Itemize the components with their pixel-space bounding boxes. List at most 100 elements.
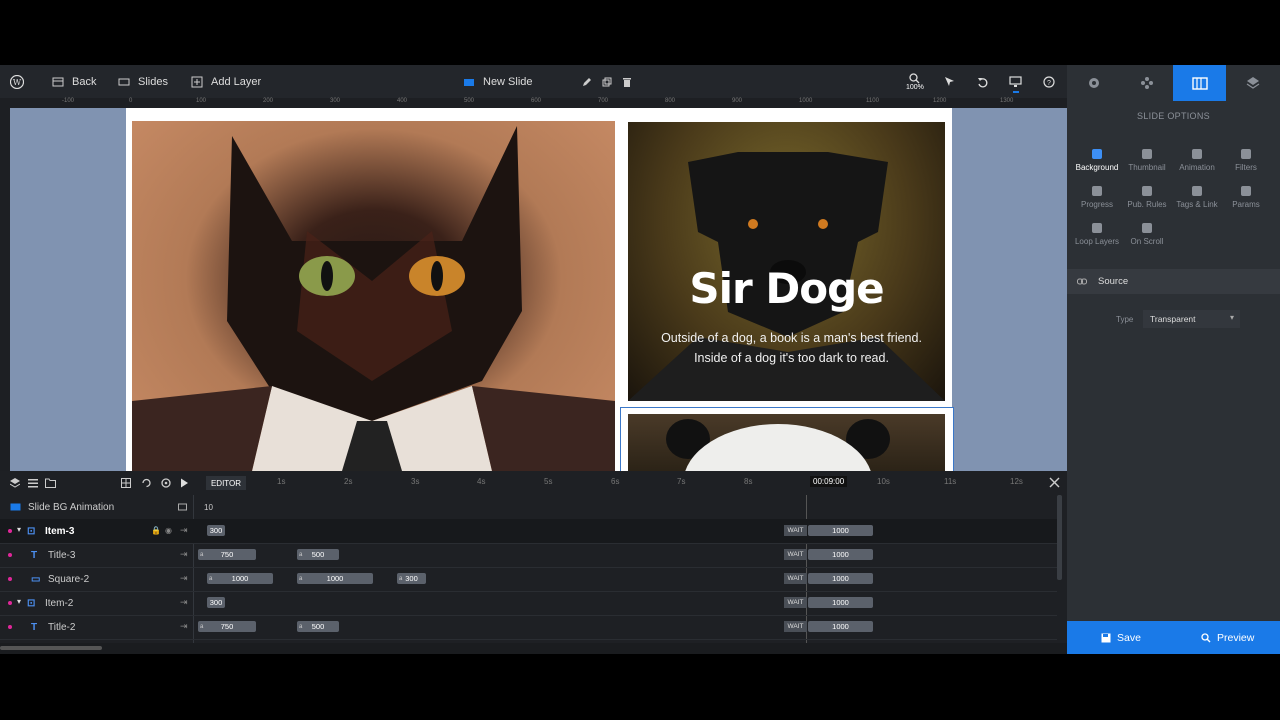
option-tags-link[interactable]: Tags & Link <box>1172 186 1222 209</box>
out-animation-bar[interactable]: 1000 <box>808 525 873 536</box>
option-thumbnail[interactable]: Thumbnail <box>1122 149 1172 172</box>
option-loop-layers[interactable]: Loop Layers <box>1072 223 1122 246</box>
animation-bar[interactable]: a 750 <box>198 549 256 560</box>
wait-marker[interactable]: WAIT <box>784 621 807 632</box>
zoom-control[interactable]: 100% <box>906 65 924 98</box>
option-progress[interactable]: Progress <box>1072 186 1122 209</box>
help-icon[interactable]: ? <box>1043 65 1055 98</box>
grid-icon[interactable] <box>121 478 131 488</box>
timeline-scrollbar[interactable] <box>1057 495 1062 580</box>
animation-bar[interactable]: a 500 <box>297 549 339 560</box>
settings-tab[interactable] <box>1067 65 1120 101</box>
refresh-icon[interactable] <box>161 478 171 488</box>
back-button[interactable]: Back <box>52 65 96 98</box>
edit-icon[interactable] <box>582 65 592 98</box>
animation-bar[interactable]: a 500 <box>297 621 339 632</box>
preview-button[interactable]: Preview <box>1201 621 1254 654</box>
wait-marker[interactable]: WAIT <box>784 573 807 584</box>
slides-icon[interactable] <box>178 503 187 511</box>
option-icon <box>1092 149 1102 159</box>
horizontal-scrollbar[interactable] <box>0 646 102 650</box>
ruler-label: 800 <box>665 98 676 104</box>
slides-button[interactable]: Slides <box>118 65 168 98</box>
slide-options-icon <box>1191 76 1208 90</box>
pin-icon[interactable]: ⇥ <box>180 573 188 584</box>
bar-duration: 300 <box>209 526 223 535</box>
option-animation[interactable]: Animation <box>1172 149 1222 172</box>
time-tick-label: 1s <box>277 477 286 486</box>
menu-icon <box>52 77 64 86</box>
slide-text[interactable]: Outside of a dog, a book is a man's best… <box>650 328 933 368</box>
timeline-row[interactable]: T Title-3 ⇥ a 750 a 500 WAIT 1000 <box>0 543 1057 568</box>
easing-marker: a <box>200 551 204 558</box>
animation-bar[interactable]: 300 <box>207 525 225 536</box>
add-layer-button[interactable]: Add Layer <box>191 65 261 98</box>
slide-name[interactable]: New Slide <box>463 65 533 98</box>
dog-image[interactable]: Sir Doge Outside of a dog, a book is a m… <box>628 122 945 401</box>
bar-duration: 1000 <box>832 526 849 535</box>
folder-icon[interactable] <box>45 478 56 488</box>
wait-marker[interactable]: WAIT <box>784 549 807 560</box>
back-label: Back <box>72 75 97 88</box>
play-icon[interactable] <box>180 478 189 488</box>
vertical-ruler <box>0 108 10 471</box>
slide-area[interactable]: Sir Doge Outside of a dog, a book is a m… <box>126 108 954 471</box>
animation-bar[interactable]: a 300 <box>397 573 426 584</box>
duplicate-icon[interactable] <box>602 65 612 98</box>
bg-animation-row[interactable]: Slide BG Animation 10 <box>0 495 1057 520</box>
out-animation-bar[interactable]: 1000 <box>808 597 873 608</box>
option-filters[interactable]: Filters <box>1221 149 1271 172</box>
pin-icon[interactable]: ⇥ <box>180 525 188 536</box>
type-select[interactable]: Transparent ▾ <box>1143 310 1240 328</box>
navigation-tab[interactable] <box>1120 65 1173 101</box>
save-label: Save <box>1117 631 1141 644</box>
time-tick-label: 7s <box>677 477 686 486</box>
collapse-icon[interactable]: ▾ <box>17 597 21 606</box>
pin-icon[interactable]: ⇥ <box>180 621 188 632</box>
source-section[interactable]: Source <box>1067 269 1280 294</box>
out-animation-bar[interactable]: 1000 <box>808 573 873 584</box>
cursor-icon[interactable] <box>944 65 955 98</box>
timeline-row[interactable]: ▾ ⊡ Item-3 🔒 ◉ ⇥ 300 WAIT 1000 <box>0 519 1057 544</box>
easing-marker: a <box>299 623 303 630</box>
animation-bar[interactable]: a 1000 <box>207 573 273 584</box>
lock-icon[interactable]: 🔒 <box>151 526 161 535</box>
close-icon[interactable] <box>1049 477 1060 488</box>
visibility-icon[interactable]: ◉ <box>165 526 172 535</box>
timeline-row[interactable]: ▾ ⊡ Item-2 ⇥ 300 WAIT 1000 <box>0 591 1057 616</box>
save-button[interactable]: Save <box>1101 621 1141 654</box>
slide-options-tab[interactable] <box>1173 65 1226 101</box>
option-background[interactable]: Background <box>1072 149 1122 172</box>
wordpress-logo-icon[interactable]: W <box>10 65 24 98</box>
timeline-row[interactable]: T Title-2 ⇥ a 750 a 500 WAIT 1000 <box>0 615 1057 640</box>
wait-marker[interactable]: WAIT <box>784 597 807 608</box>
wait-marker[interactable]: WAIT <box>784 525 807 536</box>
zoom-icon <box>909 72 920 83</box>
playhead-time[interactable]: 00:09:00 <box>810 476 848 487</box>
undo-icon[interactable] <box>977 65 989 98</box>
loop-icon[interactable] <box>141 478 152 488</box>
animation-bar[interactable]: a 1000 <box>297 573 373 584</box>
out-animation-bar[interactable]: 1000 <box>808 549 873 560</box>
layers-tab[interactable] <box>1226 65 1279 101</box>
animation-bar[interactable]: 300 <box>207 597 225 608</box>
desktop-view-icon[interactable] <box>1009 65 1022 98</box>
preview-label: Preview <box>1217 631 1255 644</box>
option-on-scroll[interactable]: On Scroll <box>1122 223 1172 246</box>
layers-icon[interactable] <box>10 478 20 488</box>
slide-title[interactable]: Sir Doge <box>628 264 945 313</box>
option-pub-rules[interactable]: Pub. Rules <box>1122 186 1172 209</box>
out-animation-bar[interactable]: 1000 <box>808 621 873 632</box>
panda-image[interactable] <box>628 414 945 471</box>
pin-icon[interactable]: ⇥ <box>180 549 188 560</box>
timeline-row[interactable]: ▭ Square-2 ⇥ a 1000 a 1000 a 300 WAIT 1000 <box>0 567 1057 592</box>
trash-icon[interactable] <box>622 65 632 98</box>
collapse-icon[interactable]: ▾ <box>17 525 21 534</box>
cat-image[interactable] <box>132 121 615 471</box>
slide-canvas[interactable]: Sir Doge Outside of a dog, a book is a m… <box>10 108 1067 471</box>
animation-bar[interactable]: a 750 <box>198 621 256 632</box>
editor-tab[interactable]: EDITOR <box>206 476 246 490</box>
option-params[interactable]: Params <box>1221 186 1271 209</box>
list-icon[interactable] <box>28 478 38 488</box>
pin-icon[interactable]: ⇥ <box>180 597 188 608</box>
